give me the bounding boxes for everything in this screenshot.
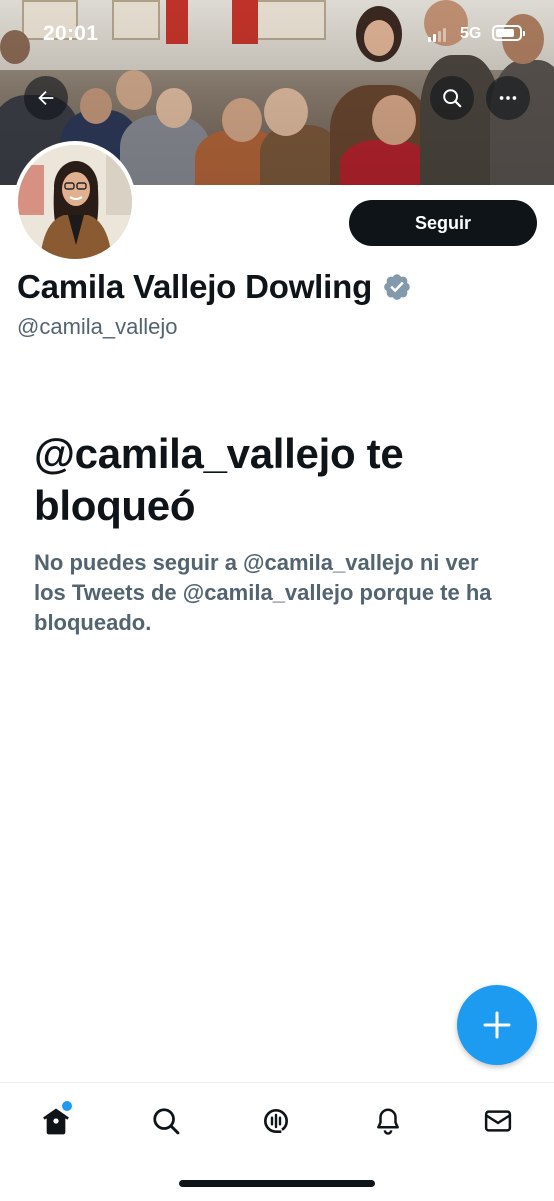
battery-icon (492, 25, 525, 41)
nav-home[interactable] (34, 1099, 78, 1143)
avatar-photo (18, 145, 132, 259)
follow-button[interactable]: Seguir (349, 200, 537, 246)
signal-icon (428, 28, 446, 42)
search-button[interactable] (430, 76, 474, 120)
plus-icon (483, 1011, 511, 1039)
nav-notifications[interactable] (366, 1099, 410, 1143)
blocked-title: @camila_vallejo te bloqueó (34, 430, 404, 529)
more-horizontal-icon (499, 96, 517, 100)
spaces-icon (264, 1109, 289, 1133)
status-bar: 20:01 5G (0, 0, 554, 70)
search-icon (443, 89, 462, 108)
profile-handle: @camila_vallejo (17, 314, 178, 339)
nav-search[interactable] (144, 1099, 188, 1143)
bell-icon (377, 1108, 399, 1135)
arrow-left-icon (38, 90, 54, 106)
compose-tweet-button[interactable] (457, 985, 537, 1065)
nav-spaces[interactable] (254, 1099, 298, 1143)
verified-badge-icon (384, 274, 410, 300)
profile-avatar[interactable] (14, 141, 136, 263)
blocked-description: No puedes seguir a @camila_vallejo ni ve… (34, 550, 492, 635)
more-button[interactable] (486, 76, 530, 120)
profile-name-row: Camila Vallejo Dowling (17, 268, 412, 306)
back-button[interactable] (24, 76, 68, 120)
nav-messages[interactable] (476, 1099, 520, 1143)
search-icon (153, 1108, 180, 1135)
home-notification-dot (60, 1099, 74, 1113)
network-label: 5G (460, 25, 482, 42)
home-indicator (179, 1180, 375, 1187)
profile-name: Camila Vallejo Dowling (17, 268, 373, 305)
mail-icon (484, 1110, 512, 1132)
status-time: 20:01 (43, 22, 99, 45)
